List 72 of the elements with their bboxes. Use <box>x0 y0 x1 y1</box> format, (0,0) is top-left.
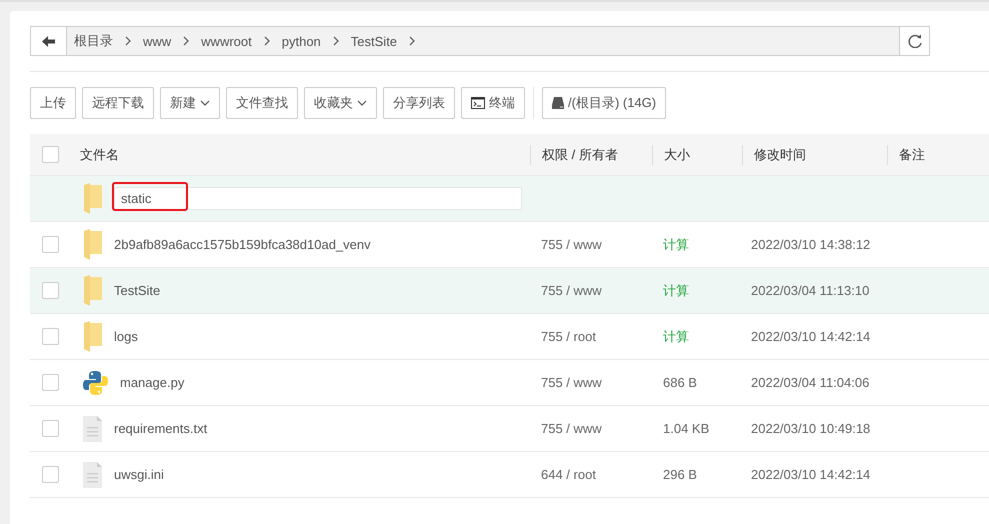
chevron-icon <box>262 36 271 46</box>
chevron-icon <box>332 36 340 46</box>
breadcrumb-link[interactable]: TestSite <box>350 34 398 48</box>
back-button[interactable] <box>31 27 67 55</box>
table-cell-text: 755 / root <box>540 329 597 344</box>
caret-icon <box>357 100 367 106</box>
file-row[interactable]: uwsgi.ini 644 / root 296 B 2022/03/10 14:42:14 <box>30 452 989 498</box>
file-name[interactable]: 2b9afb89a6acc1575b159bfca38d10ad_venv <box>114 237 371 252</box>
column-header: 大小 <box>652 144 742 164</box>
table-cell-text: 755 / www <box>540 283 603 298</box>
terminal-icon <box>471 97 485 109</box>
table-cell-text: 755 / www <box>540 237 603 252</box>
table-cell-text: 686 B <box>662 375 698 390</box>
table-cell-text: 2022/03/10 10:49:18 <box>750 421 872 436</box>
table-cell-text: 2022/03/10 14:42:14 <box>750 329 872 344</box>
column-header: 修改时间 <box>742 144 887 164</box>
checkbox[interactable] <box>42 236 59 253</box>
refresh-icon <box>908 34 922 48</box>
toolbar-button[interactable]: 新建 <box>160 87 220 119</box>
file-row[interactable]: logs 755 / root 计算 2022/03/10 14:42:14 <box>30 314 989 360</box>
breadcrumb-link[interactable]: 根目录 <box>74 32 113 50</box>
table-cell-text: 755 / www <box>540 375 603 390</box>
file-row[interactable]: manage.py 755 / www 686 B 2022/03/04 11:04:06 <box>30 360 989 406</box>
table-cell-text: 2022/03/04 11:04:06 <box>750 375 870 390</box>
chevron-icon <box>408 36 416 46</box>
file-name[interactable]: manage.py <box>120 375 184 390</box>
table-cell-text: 296 B <box>662 467 698 482</box>
folder-icon <box>83 321 102 352</box>
toolbar-button[interactable]: 文件查找 <box>226 87 298 119</box>
table-cell-text: 1.04 KB <box>662 421 710 436</box>
python-file-icon <box>83 370 108 396</box>
breadcrumb-link[interactable]: python <box>282 34 321 48</box>
refresh-button[interactable] <box>899 27 929 55</box>
file-row[interactable]: TestSite 755 / www 计算 2022/03/04 11:13:10 <box>30 268 989 314</box>
column-header: 权限 / 所有者 <box>530 144 652 164</box>
toolbar-button[interactable]: 分享列表 <box>383 87 455 119</box>
back-arrow-icon <box>42 36 55 46</box>
caret-icon <box>200 100 210 106</box>
chevron-icon <box>124 36 132 46</box>
checkbox[interactable] <box>42 328 59 345</box>
table-cell-text: 2022/03/04 11:13:10 <box>750 283 870 298</box>
toolbar-button[interactable]: 终端 <box>461 87 525 119</box>
breadcrumb-link[interactable]: wwwroot <box>201 34 252 48</box>
breadcrumb-link[interactable]: www <box>143 34 172 48</box>
checkbox[interactable] <box>42 282 59 299</box>
toolbar-button[interactable]: /(根目录) (14G) <box>542 87 666 119</box>
file-row[interactable]: requirements.txt 755 / www 1.04 KB 2022/03/10 10:49:18 <box>30 406 989 452</box>
select-all-checkbox[interactable] <box>42 146 59 163</box>
file-name[interactable]: TestSite <box>114 283 160 298</box>
table-cell-text: 2022/03/10 14:42:14 <box>750 467 872 482</box>
folder-icon <box>83 183 102 214</box>
checkbox[interactable] <box>42 466 59 483</box>
table-cell-text: 644 / root <box>540 467 597 482</box>
file-name[interactable]: logs <box>114 329 138 344</box>
table-cell-text: 2022/03/10 14:38:12 <box>750 237 872 252</box>
toolbar-button[interactable]: 远程下载 <box>82 87 154 119</box>
folder-name-field[interactable]: static <box>114 187 522 210</box>
folder-icon <box>83 229 102 260</box>
column-header: 备注 <box>887 144 989 164</box>
document-icon <box>83 462 102 488</box>
column-header: 文件名 <box>79 146 120 164</box>
document-icon <box>83 416 102 442</box>
file-name[interactable]: uwsgi.ini <box>114 467 164 482</box>
file-name[interactable]: requirements.txt <box>114 421 208 436</box>
toolbar-button[interactable]: 上传 <box>30 87 76 119</box>
checkbox[interactable] <box>42 374 59 391</box>
table-cell-text: 755 / www <box>540 421 603 436</box>
disk-icon <box>552 97 564 109</box>
folder-icon <box>83 275 102 306</box>
toolbar-button[interactable]: 收藏夹 <box>304 87 377 119</box>
chevron-icon <box>182 36 190 46</box>
checkbox[interactable] <box>42 420 59 437</box>
